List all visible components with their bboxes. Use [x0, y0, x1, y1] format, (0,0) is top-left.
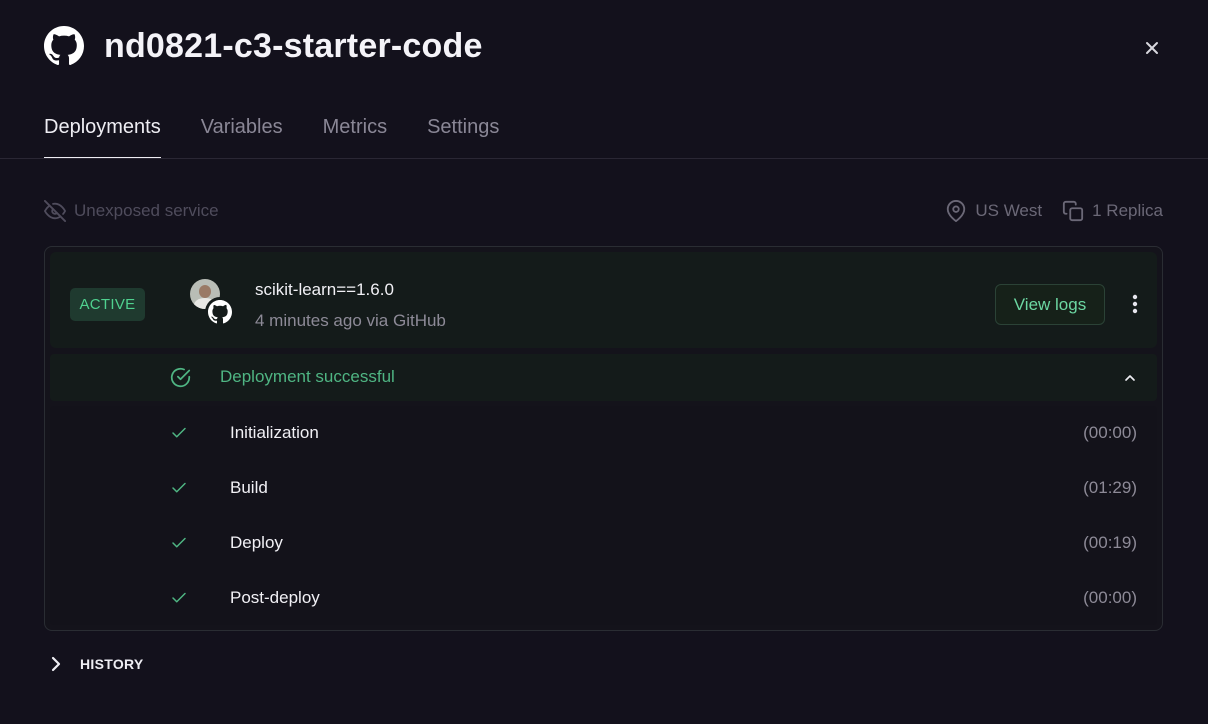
deployment-card: ACTIVE scikit-learn==1.6.0 4 minutes ago… — [44, 246, 1163, 631]
deployment-status-row[interactable]: Deployment successful — [50, 354, 1157, 401]
step-name: Deploy — [230, 533, 283, 552]
github-source-icon — [205, 297, 235, 327]
copy-icon — [1063, 200, 1084, 222]
deployment-summary[interactable]: ACTIVE scikit-learn==1.6.0 4 minutes ago… — [50, 252, 1157, 348]
check-icon — [172, 537, 186, 548]
check-circle-icon — [170, 367, 191, 388]
view-logs-button[interactable]: View logs — [995, 284, 1105, 325]
step-duration: (00:00) — [1083, 588, 1137, 607]
exposure-label: Unexposed service — [74, 201, 219, 220]
step-row: Build (01:29) — [50, 461, 1157, 516]
history-label: HISTORY — [80, 656, 144, 672]
replica-label: 1 Replica — [1092, 201, 1163, 220]
step-duration: (00:00) — [1083, 423, 1137, 442]
status-badge: ACTIVE — [70, 288, 145, 321]
step-duration: (01:29) — [1083, 478, 1137, 497]
step-row: Initialization (00:00) — [50, 406, 1157, 461]
region-info: US West — [945, 200, 1042, 222]
tab-settings[interactable]: Settings — [427, 108, 499, 159]
chevron-right-icon — [51, 656, 61, 672]
tab-divider — [0, 158, 1208, 159]
step-name: Build — [230, 478, 268, 497]
check-icon — [172, 592, 186, 603]
commit-meta: 4 minutes ago via GitHub — [255, 311, 446, 330]
replica-info: 1 Replica — [1062, 200, 1163, 222]
page-title: nd0821-c3-starter-code — [104, 26, 483, 65]
step-duration: (00:19) — [1083, 533, 1137, 552]
step-row: Deploy (00:19) — [50, 516, 1157, 571]
step-name: Post-deploy — [230, 588, 320, 607]
history-toggle[interactable]: HISTORY — [48, 652, 144, 676]
close-icon[interactable] — [1140, 36, 1164, 60]
region-label: US West — [975, 201, 1043, 220]
map-pin-icon — [947, 200, 966, 222]
tab-bar: Deployments Variables Metrics Settings — [44, 108, 539, 159]
deployment-steps: Initialization (00:00) Build (01:29) Dep… — [50, 406, 1157, 625]
commit-title: scikit-learn==1.6.0 — [255, 280, 394, 299]
chevron-up-icon[interactable] — [1122, 370, 1138, 386]
check-icon — [172, 427, 186, 438]
tab-deployments[interactable]: Deployments — [44, 108, 161, 159]
step-name: Initialization — [230, 423, 319, 442]
deployment-status-text: Deployment successful — [220, 367, 395, 386]
tab-variables[interactable]: Variables — [201, 108, 283, 159]
page-header: nd0821-c3-starter-code — [44, 26, 483, 66]
eye-off-icon — [44, 200, 66, 222]
check-icon — [172, 482, 186, 493]
step-row: Post-deploy (00:00) — [50, 571, 1157, 626]
more-vertical-icon[interactable] — [1125, 292, 1145, 316]
github-icon — [44, 26, 84, 66]
service-exposure: Unexposed service — [44, 200, 219, 222]
service-meta: US West 1 Replica — [945, 200, 1163, 222]
tab-metrics[interactable]: Metrics — [323, 108, 387, 159]
